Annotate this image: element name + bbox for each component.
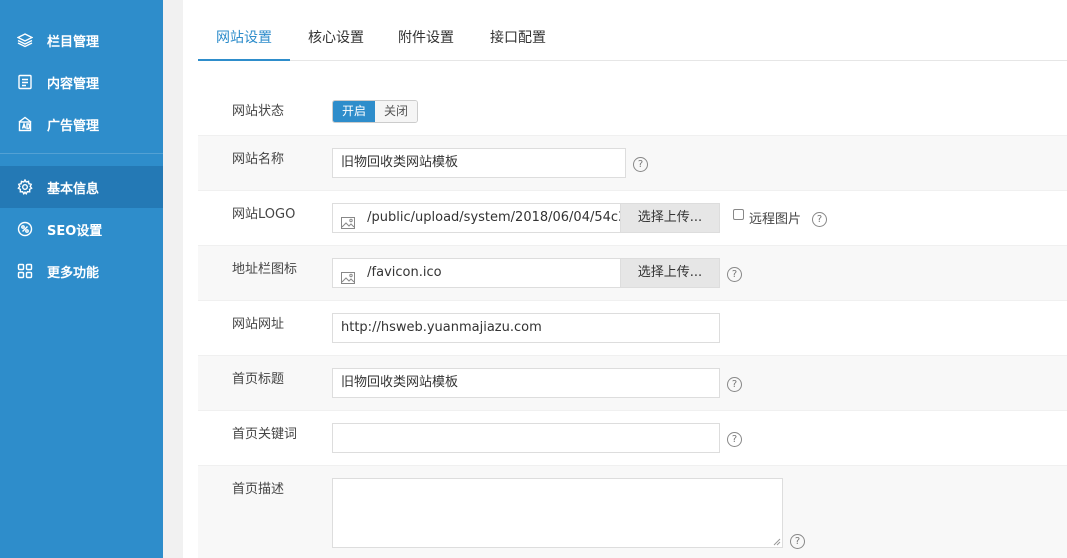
sidebar-item-ad-management[interactable]: 广告管理 [0, 103, 163, 145]
favicon-upload-button[interactable]: 选择上传... [620, 258, 720, 288]
sidebar-item-seo[interactable]: SEO设置 [0, 208, 163, 250]
site-url-label: 网站网址 [232, 317, 285, 332]
sidebar-item-label: 基本信息 [47, 181, 100, 197]
status-off-option[interactable]: 关闭 [375, 101, 418, 122]
help-icon[interactable]: ? [633, 157, 648, 172]
tab-attachment-settings[interactable]: 附件设置 [380, 18, 472, 61]
home-keywords-label: 首页关键词 [232, 427, 298, 442]
gear-icon [17, 179, 33, 195]
home-keywords-input[interactable] [332, 423, 720, 453]
sidebar-item-label: 栏目管理 [47, 34, 100, 50]
sidebar-item-more-functions[interactable]: 更多功能 [0, 250, 163, 292]
sidebar-item-label: 更多功能 [47, 265, 100, 281]
sidebar-item-label: 广告管理 [47, 118, 100, 134]
status-on-option[interactable]: 开启 [333, 101, 376, 122]
home-description-textarea[interactable] [332, 478, 783, 548]
help-icon[interactable]: ? [790, 534, 805, 549]
grid-icon [17, 263, 33, 279]
image-icon [341, 212, 355, 229]
site-status-toggle[interactable]: 开启 关闭 [332, 100, 419, 123]
tab-bar: 网站设置 核心设置 附件设置 接口配置 [198, 18, 1067, 61]
site-status-label: 网站状态 [232, 104, 285, 119]
tab-site-settings[interactable]: 网站设置 [198, 18, 290, 61]
home-title-label: 首页标题 [232, 372, 285, 387]
sidebar-divider [0, 153, 163, 154]
image-icon [341, 267, 355, 284]
sidebar-item-column-management[interactable]: 栏目管理 [0, 19, 163, 61]
sidebar: 栏目管理 内容管理 广告管理 基本信息 SEO设置 更多功能 [0, 0, 163, 558]
help-icon[interactable]: ? [727, 267, 742, 282]
favicon-input[interactable]: /favicon.ico [332, 258, 621, 288]
seo-icon [17, 221, 33, 237]
help-icon[interactable]: ? [812, 212, 827, 227]
site-logo-input[interactable]: /public/upload/system/2018/06/04/54c3b [332, 203, 621, 233]
help-icon[interactable]: ? [727, 377, 742, 392]
resize-handle-icon[interactable] [773, 538, 781, 546]
layers-icon [17, 32, 33, 48]
remote-image-label: 远程图片 [749, 212, 802, 227]
help-icon[interactable]: ? [727, 432, 742, 447]
home-description-label: 首页描述 [232, 482, 285, 497]
settings-panel: 网站设置 核心设置 附件设置 接口配置 网站状态 开启 关闭 网站名称 旧物回收… [183, 0, 1067, 558]
sidebar-item-label: 内容管理 [47, 76, 100, 92]
content-gutter [163, 0, 183, 558]
site-url-input[interactable]: http://hsweb.yuanmajiazu.com [332, 313, 720, 343]
tab-api-config[interactable]: 接口配置 [472, 18, 564, 61]
site-name-label: 网站名称 [232, 152, 285, 167]
remote-image-checkbox[interactable] [733, 209, 744, 220]
sidebar-item-content-management[interactable]: 内容管理 [0, 61, 163, 103]
home-title-input[interactable]: 旧物回收类网站模板 [332, 368, 720, 398]
sidebar-item-basic-info[interactable]: 基本信息 [0, 166, 163, 208]
site-logo-label: 网站LOGO [232, 207, 296, 222]
ad-icon [17, 116, 33, 132]
document-icon [17, 74, 33, 90]
site-name-input[interactable]: 旧物回收类网站模板 [332, 148, 626, 178]
sidebar-item-label: SEO设置 [47, 223, 103, 239]
tab-core-settings[interactable]: 核心设置 [290, 18, 382, 61]
site-logo-path: /public/upload/system/2018/06/04/54c3b [367, 210, 621, 225]
favicon-label: 地址栏图标 [232, 262, 298, 277]
favicon-path: /favicon.ico [367, 265, 442, 280]
form-row-site-status: 网站状态 [198, 85, 1067, 136]
logo-upload-button[interactable]: 选择上传... [620, 203, 720, 233]
